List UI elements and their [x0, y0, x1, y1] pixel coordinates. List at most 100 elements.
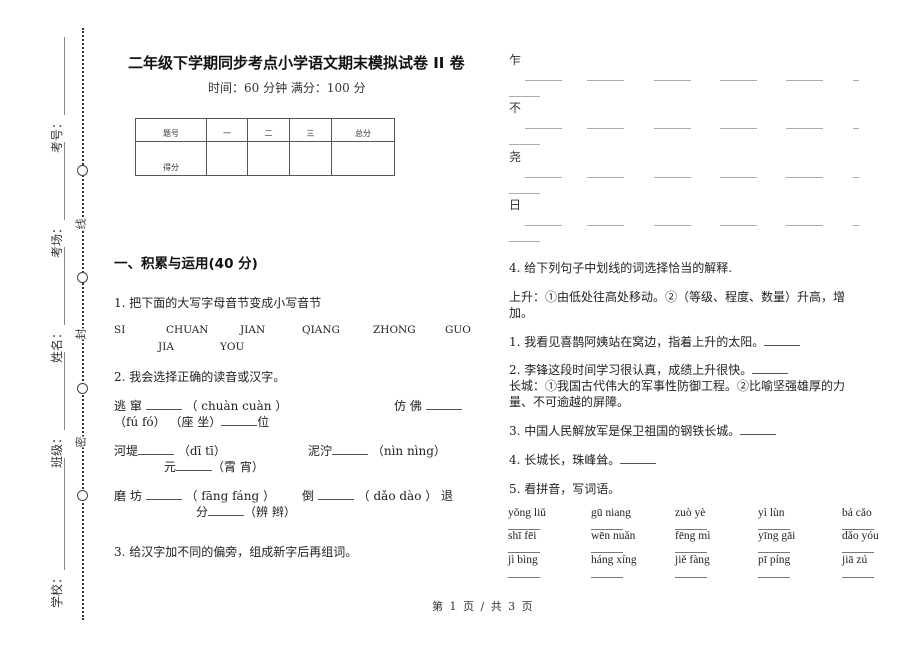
school-input-line[interactable] [64, 457, 65, 570]
writing-line[interactable] [720, 225, 757, 226]
school-label: 学校： [50, 571, 64, 608]
answer-blank[interactable] [620, 453, 657, 464]
q3-character: 日 [509, 198, 522, 212]
syllable: JIA [158, 341, 174, 353]
question-4-prompt: 4. 给下列句子中划线的词选择恰当的解释. [509, 261, 733, 275]
answer-line[interactable] [591, 552, 623, 553]
answer-line[interactable] [675, 577, 707, 578]
answer-blank[interactable] [176, 460, 213, 471]
writing-line[interactable] [853, 128, 859, 129]
writing-line[interactable] [853, 225, 859, 226]
answer-blank[interactable] [317, 489, 354, 500]
score-row-label: 得分 [135, 141, 207, 176]
writing-line[interactable] [853, 80, 859, 81]
writing-line[interactable] [786, 80, 823, 81]
score-cell[interactable] [289, 141, 332, 176]
q2-item: 逃 窜 （ chuàn cuàn ） [114, 397, 287, 414]
answer-line[interactable] [508, 577, 540, 578]
writing-line[interactable] [525, 225, 562, 226]
pinyin-word: jiā zú [842, 554, 868, 566]
exam-number-input-line[interactable] [64, 36, 65, 115]
binding-mark-seal: 封 [74, 328, 88, 340]
score-header-cell: 二 [247, 118, 290, 142]
syllable: GUO [445, 324, 471, 336]
answer-line[interactable] [675, 552, 707, 553]
pinyin-word: jiě fàng [675, 554, 710, 566]
class-field[interactable]: 班级： [48, 351, 65, 468]
writing-line[interactable] [587, 128, 624, 129]
syllable: JIAN [240, 324, 266, 336]
writing-line[interactable] [654, 177, 691, 178]
answer-blank[interactable] [425, 399, 462, 410]
q2-options: （ fāng fáng ） [185, 489, 275, 503]
pinyin-word: fēng mì [675, 530, 711, 542]
answer-blank[interactable] [145, 399, 182, 410]
answer-blank[interactable] [145, 489, 182, 500]
answer-line[interactable] [758, 552, 790, 553]
q2-word: 逃 窜 [114, 399, 142, 413]
answer-blank[interactable] [752, 363, 789, 374]
score-cell[interactable] [206, 141, 248, 176]
pinyin-word: yǒng liǔ [508, 507, 547, 519]
school-field[interactable]: 学校： [48, 457, 65, 608]
answer-blank[interactable] [740, 424, 777, 435]
writing-line[interactable] [720, 80, 757, 81]
binding-mark-secret: 密 [74, 436, 88, 448]
score-cell[interactable] [331, 141, 395, 176]
answer-blank[interactable] [221, 415, 258, 426]
answer-blank[interactable] [208, 505, 245, 516]
binding-dotted-line [82, 28, 84, 620]
answer-line[interactable] [842, 552, 874, 553]
exam-number-field[interactable]: 考号： [48, 36, 65, 153]
exam-title: 二年级下学期同步考点小学语文期末模拟试卷 II 卷 [128, 54, 465, 72]
answer-line[interactable] [508, 552, 540, 553]
writing-line[interactable] [525, 80, 562, 81]
writing-line[interactable] [853, 177, 859, 178]
exam-room-field[interactable]: 考场： [48, 141, 65, 258]
writing-line[interactable] [587, 177, 624, 178]
writing-line[interactable] [720, 177, 757, 178]
syllable: ZHONG [373, 324, 416, 336]
writing-line[interactable] [654, 80, 691, 81]
score-header-cell: 一 [206, 118, 248, 142]
answer-blank[interactable] [764, 335, 801, 346]
q2-word: 磨 坊 [114, 489, 142, 503]
q2-options: （ chuàn cuàn ） [185, 399, 288, 413]
writing-line[interactable] [509, 241, 540, 242]
answer-blank[interactable] [332, 444, 369, 455]
writing-line[interactable] [525, 177, 562, 178]
writing-line[interactable] [509, 144, 540, 145]
q4-definition: 长城：①我国古代伟大的军事性防御工程。②比喻坚强雄厚的力 [509, 379, 846, 393]
answer-blank[interactable] [138, 444, 175, 455]
pinyin-word: wēn nuǎn [591, 530, 636, 542]
q2-options: （ dǎo dào ） 退 [357, 489, 454, 503]
name-field[interactable]: 姓名： [48, 246, 65, 363]
q3-character: 不 [509, 101, 522, 115]
writing-line[interactable] [786, 128, 823, 129]
q4-definition: 量、不可逾越的屏障。 [509, 395, 630, 409]
writing-line[interactable] [587, 225, 624, 226]
writing-line[interactable] [525, 128, 562, 129]
writing-line[interactable] [654, 128, 691, 129]
writing-line[interactable] [720, 128, 757, 129]
q2-item: 仿 佛 [394, 397, 462, 414]
writing-line[interactable] [587, 80, 624, 81]
writing-line[interactable] [786, 225, 823, 226]
writing-line[interactable] [509, 193, 540, 194]
name-input-line[interactable] [64, 246, 65, 325]
answer-line[interactable] [842, 577, 874, 578]
pinyin-word: jì bìng [508, 554, 538, 566]
answer-line[interactable] [591, 577, 623, 578]
writing-line[interactable] [786, 177, 823, 178]
writing-line[interactable] [654, 225, 691, 226]
answer-line[interactable] [758, 577, 790, 578]
q2-options: （辨 辫） [244, 505, 296, 519]
q4-definition: 上升：①由低处往高处移动。②（等级、程度、数量）升高，增 [509, 290, 846, 304]
writing-line[interactable] [509, 96, 540, 97]
score-cell[interactable] [247, 141, 290, 176]
q2-item: 元 （霄 宵） [164, 458, 264, 475]
q4-sentence: 4. 长城长，珠峰耸。 [509, 451, 657, 468]
q2-options: （fú fó） （座 坐） [114, 415, 222, 429]
exam-room-input-line[interactable] [64, 141, 65, 220]
class-input-line[interactable] [64, 351, 65, 430]
